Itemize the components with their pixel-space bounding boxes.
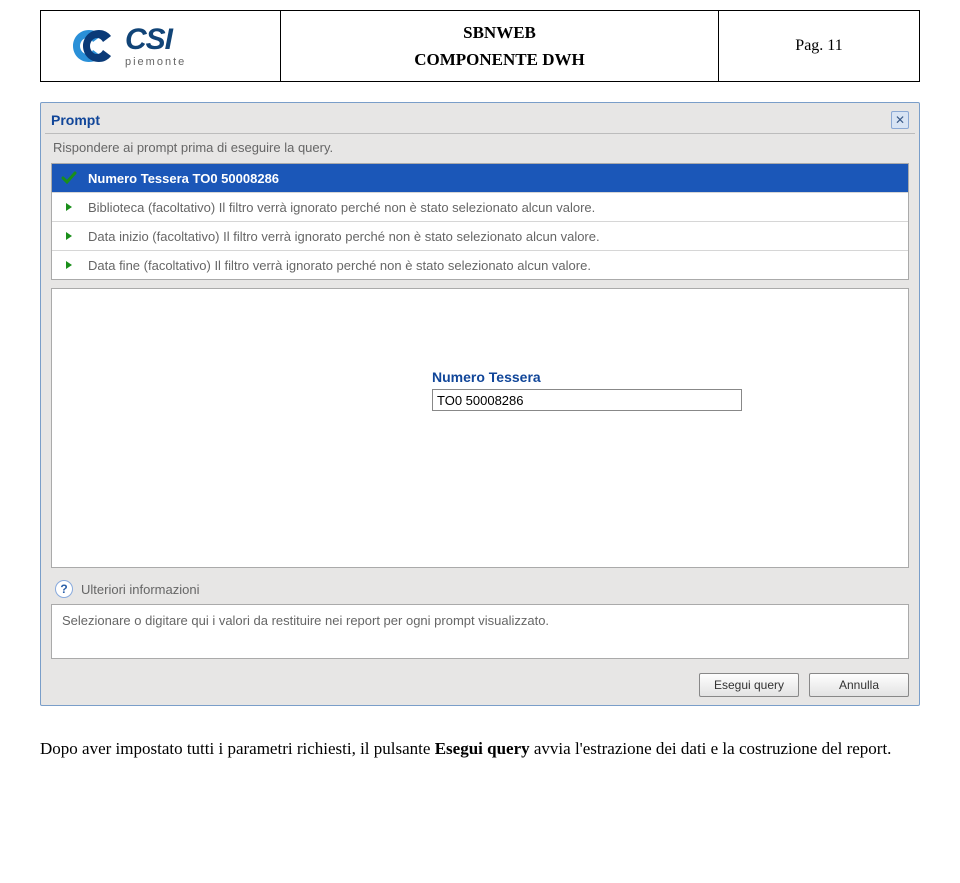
- caption-prefix: Dopo aver impostato tutti i parametri ri…: [40, 739, 435, 758]
- logo-name: CSI: [125, 25, 186, 55]
- arrow-icon: [60, 227, 78, 245]
- help-icon: ?: [55, 580, 73, 598]
- hint-panel: Selezionare o digitare qui i valori da r…: [51, 604, 909, 659]
- field-label: Numero Tessera: [432, 369, 908, 385]
- page-number-cell: Pag. 11: [719, 11, 919, 81]
- dialog-instruction: Rispondere ai prompt prima di eseguire l…: [45, 134, 915, 161]
- hint-text: Selezionare o digitare qui i valori da r…: [62, 613, 549, 628]
- more-info-toggle[interactable]: ? Ulteriori informazioni: [51, 576, 909, 602]
- prompt-row-label: Data fine (facoltativo) Il filtro verrà …: [88, 258, 591, 273]
- page-header: CSI piemonte SBNWEB COMPONENTE DWH Pag. …: [40, 10, 920, 82]
- numero-tessera-input[interactable]: [432, 389, 742, 411]
- run-query-button[interactable]: Esegui query: [699, 673, 799, 697]
- caption-paragraph: Dopo aver impostato tutti i parametri ri…: [40, 736, 920, 762]
- dialog-title: Prompt: [51, 112, 100, 128]
- close-button[interactable]: ✕: [891, 111, 909, 129]
- prompt-row-label: Biblioteca (facoltativo) Il filtro verrà…: [88, 200, 595, 215]
- doc-title-cell: SBNWEB COMPONENTE DWH: [281, 11, 719, 81]
- caption-bold: Esegui query: [435, 739, 530, 758]
- prompt-row[interactable]: Data inizio (facoltativo) Il filtro verr…: [52, 222, 908, 251]
- prompt-detail-panel: Numero Tessera: [51, 288, 909, 568]
- more-info-label: Ulteriori informazioni: [81, 582, 199, 597]
- check-icon: [60, 169, 78, 187]
- caption-suffix: avvia l'estrazione dei dati e la costruz…: [534, 739, 892, 758]
- arrow-icon: [60, 256, 78, 274]
- logo-subtitle: piemonte: [125, 57, 186, 68]
- csi-logo-icon: [71, 26, 119, 66]
- prompt-row[interactable]: Data fine (facoltativo) Il filtro verrà …: [52, 251, 908, 279]
- prompt-row[interactable]: Biblioteca (facoltativo) Il filtro verrà…: [52, 193, 908, 222]
- dialog-titlebar: Prompt ✕: [45, 107, 915, 134]
- prompt-row-label: Data inizio (facoltativo) Il filtro verr…: [88, 229, 600, 244]
- prompt-list: Numero Tessera TO0 50008286 Biblioteca (…: [51, 163, 909, 280]
- doc-title-line1: SBNWEB: [463, 19, 536, 46]
- page-number: Pag. 11: [795, 37, 842, 55]
- close-icon: ✕: [895, 113, 905, 127]
- dialog-button-row: Esegui query Annulla: [45, 667, 915, 701]
- doc-title-line2: COMPONENTE DWH: [414, 46, 584, 73]
- arrow-icon: [60, 198, 78, 216]
- prompt-row-label: Numero Tessera TO0 50008286: [88, 171, 279, 186]
- prompt-dialog: Prompt ✕ Rispondere ai prompt prima di e…: [40, 102, 920, 706]
- logo-cell: CSI piemonte: [41, 11, 281, 81]
- cancel-button[interactable]: Annulla: [809, 673, 909, 697]
- prompt-row-selected[interactable]: Numero Tessera TO0 50008286: [52, 164, 908, 193]
- csi-logo: CSI piemonte: [71, 25, 186, 68]
